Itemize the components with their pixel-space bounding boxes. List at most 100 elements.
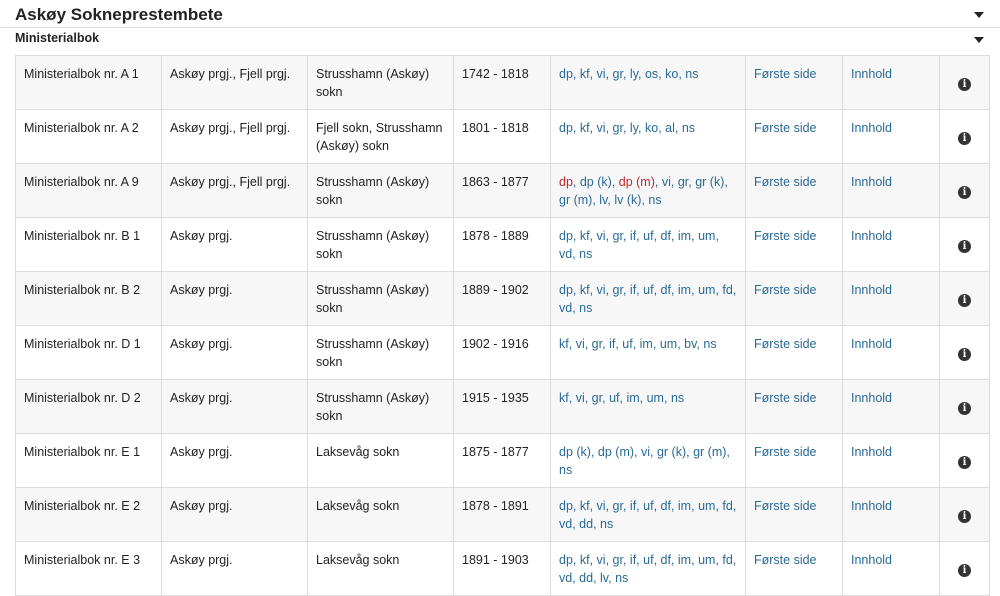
record-type-link[interactable]: vi [597,121,606,135]
record-type-link[interactable]: ns [600,517,613,531]
record-type-link[interactable]: dp [559,121,573,135]
record-type-link[interactable]: uf [643,499,653,513]
info-icon[interactable]: i [958,131,971,145]
record-type-link[interactable]: um [698,283,715,297]
record-type-link[interactable]: dp [559,175,573,189]
record-type-link[interactable]: kf [580,121,590,135]
record-type-link[interactable]: dp [559,283,573,297]
record-type-link[interactable]: dp [559,229,573,243]
record-type-link[interactable]: ns [559,463,572,477]
cell-first-page-text[interactable]: Første side [754,121,817,135]
info-icon[interactable]: i [958,401,971,415]
record-type-link[interactable]: df [661,499,671,513]
record-type-link[interactable]: df [661,283,671,297]
record-type-link[interactable]: vi [597,499,606,513]
cell-first-page-text[interactable]: Første side [754,67,817,81]
record-type-link[interactable]: kf [580,229,590,243]
cell-contents-text[interactable]: Innhold [851,175,892,189]
record-type-link[interactable]: fd [722,553,732,567]
record-type-link[interactable]: kf [580,67,590,81]
cell-contents-text[interactable]: Innhold [851,229,892,243]
cell-first-page-text[interactable]: Første side [754,337,817,351]
record-type-link[interactable]: gr [613,283,623,297]
record-type-link[interactable]: kf [559,337,569,351]
info-icon[interactable]: i [958,347,971,361]
record-type-link[interactable]: ns [703,337,716,351]
cell-first-page-text[interactable]: Første side [754,175,817,189]
record-type-link[interactable]: al [665,121,675,135]
record-type-link[interactable]: ly [630,67,638,81]
cell-contents-text[interactable]: Innhold [851,121,892,135]
record-type-link[interactable]: gr [613,67,623,81]
record-type-link[interactable]: kf [580,283,590,297]
record-type-link[interactable]: ns [579,301,592,315]
record-type-link[interactable]: dp [559,67,573,81]
record-type-link[interactable]: dp [559,499,573,513]
record-type-link[interactable]: ns [615,571,628,585]
record-type-link[interactable]: vi [597,283,606,297]
cell-contents-text[interactable]: Innhold [851,445,892,459]
record-type-link[interactable]: uf [643,229,653,243]
info-icon[interactable]: i [958,77,971,91]
record-type-link[interactable]: vi [597,553,606,567]
record-type-link[interactable]: vi [597,229,606,243]
record-type-link[interactable]: gr (m) [693,445,726,459]
record-type-link[interactable]: gr [678,175,688,189]
record-type-link[interactable]: vi [641,445,650,459]
record-type-link[interactable]: df [661,553,671,567]
record-type-link[interactable]: im [678,229,691,243]
record-type-link[interactable]: vd [559,571,572,585]
cell-contents-text[interactable]: Innhold [851,391,892,405]
record-type-link[interactable]: vd [559,517,572,531]
record-type-link[interactable]: dp (m) [598,445,634,459]
record-type-link[interactable]: vi [662,175,671,189]
record-type-link[interactable]: ns [671,391,684,405]
record-type-link[interactable]: dp [559,553,573,567]
record-type-link[interactable]: um [698,553,715,567]
record-type-link[interactable]: gr [613,499,623,513]
record-type-link[interactable]: dd [579,571,593,585]
record-type-link[interactable]: dp (m) [619,175,655,189]
cell-contents-text[interactable]: Innhold [851,283,892,297]
record-type-link[interactable]: vd [559,301,572,315]
record-type-link[interactable]: kf [580,553,590,567]
record-type-link[interactable]: um [660,337,677,351]
record-type-link[interactable]: ns [579,247,592,261]
record-type-link[interactable]: ns [648,193,661,207]
record-type-link[interactable]: bv [684,337,696,351]
record-type-link[interactable]: fd [722,499,732,513]
record-type-link[interactable]: ly [630,121,638,135]
record-type-link[interactable]: vi [597,67,606,81]
record-type-link[interactable]: vi [576,337,585,351]
record-type-link[interactable]: um [698,499,715,513]
record-type-link[interactable]: im [640,337,653,351]
record-type-link[interactable]: lv [600,571,608,585]
record-type-link[interactable]: im [678,499,691,513]
record-type-link[interactable]: uf [643,283,653,297]
record-type-link[interactable]: kf [559,391,569,405]
record-type-link[interactable]: gr (m) [559,193,592,207]
record-type-link[interactable]: dp (k) [559,445,591,459]
cell-first-page-text[interactable]: Første side [754,391,817,405]
record-type-link[interactable]: dp (k) [580,175,612,189]
record-type-link[interactable]: ns [685,67,698,81]
info-icon[interactable]: i [958,455,971,469]
record-type-link[interactable]: df [661,229,671,243]
info-icon[interactable]: i [958,185,971,199]
record-type-link[interactable]: gr [592,337,602,351]
cell-contents-text[interactable]: Innhold [851,67,892,81]
record-type-link[interactable]: kf [580,499,590,513]
record-type-link[interactable]: os [645,67,658,81]
caret-down-icon[interactable] [974,12,984,18]
record-type-link[interactable]: lv (k) [614,193,641,207]
record-type-link[interactable]: uf [622,337,632,351]
record-type-link[interactable]: im [678,283,691,297]
record-type-link[interactable]: ko [645,121,658,135]
record-type-link[interactable]: gr [592,391,602,405]
cell-first-page-text[interactable]: Første side [754,553,817,567]
record-type-link[interactable]: gr [613,121,623,135]
record-type-link[interactable]: um [647,391,664,405]
record-type-link[interactable]: um [698,229,715,243]
cell-first-page-text[interactable]: Første side [754,499,817,513]
cell-first-page-text[interactable]: Første side [754,445,817,459]
